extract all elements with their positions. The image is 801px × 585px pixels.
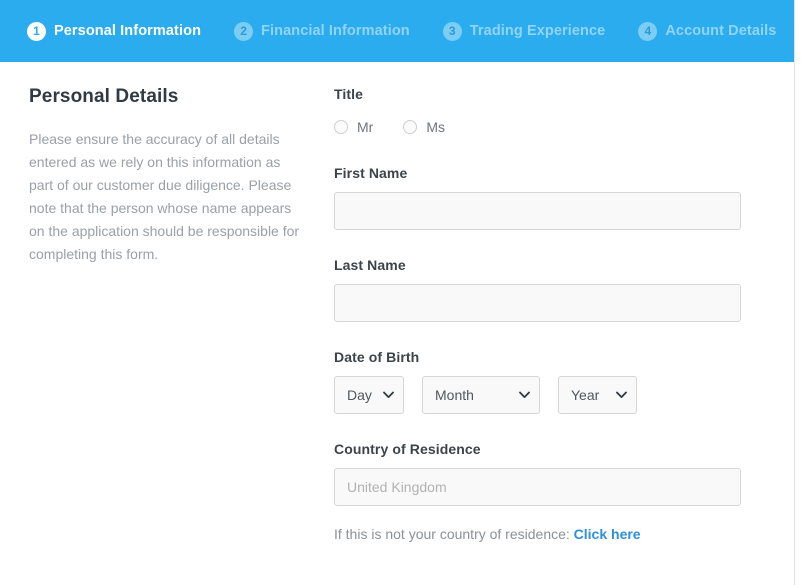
radio-circle-icon[interactable] [403,120,418,134]
last-name-field-group: Last Name [334,257,794,322]
last-name-input[interactable] [334,284,741,322]
progress-stepper: 1 Personal Information 2 Financial Infor… [0,0,794,62]
step-label: Trading Experience [469,23,606,39]
page-content: Personal Details Please ensure the accur… [0,62,794,542]
month-select[interactable]: Month [422,376,540,414]
year-select[interactable]: Year [558,376,637,414]
title-label: Title [334,86,364,102]
page-title: Personal Details [29,86,179,107]
radio-option-ms[interactable]: Ms [403,119,445,135]
step-trading-experience[interactable]: 3 Trading Experience [442,21,606,41]
date-of-birth-label: Date of Birth [334,349,420,365]
year-select-wrapper: Year [558,376,637,414]
radio-option-mr[interactable]: Mr [334,119,373,135]
step-number-badge: 3 [442,21,462,41]
registration-page: 1 Personal Information 2 Financial Infor… [0,0,795,585]
step-financial-information[interactable]: 2 Financial Information [234,21,410,41]
date-of-birth-field-group: Date of Birth Day Month Year [334,349,794,414]
radio-label: Mr [357,119,374,135]
radio-circle-icon[interactable] [334,120,348,134]
step-label: Personal Information [54,23,202,39]
first-name-label: First Name [334,165,408,181]
first-name-field-group: First Name [334,165,794,230]
step-number-badge: 2 [234,21,254,41]
title-radio-group: Mr Ms [334,119,794,135]
day-select[interactable]: Day [334,376,404,414]
step-account-details[interactable]: 4 Account Details [638,21,777,41]
info-panel: Personal Details Please ensure the accur… [0,86,330,542]
change-country-link[interactable]: Click here [574,526,641,542]
country-helper-row: If this is not your country of residence… [334,526,794,542]
step-personal-information[interactable]: 1 Personal Information [27,21,202,41]
month-select-wrapper: Month [422,376,540,414]
country-field-group: Country of Residence If this is not your… [334,441,794,542]
date-of-birth-controls: Day Month Year [334,376,794,414]
country-input[interactable] [334,468,741,506]
step-label: Financial Information [261,23,410,39]
last-name-label: Last Name [334,257,406,273]
first-name-input[interactable] [334,192,741,230]
radio-label: Ms [426,119,445,135]
step-number-badge: 4 [638,21,658,41]
country-label: Country of Residence [334,441,481,457]
country-helper-text: If this is not your country of residence… [334,526,574,542]
step-number-badge: 1 [27,21,46,41]
personal-details-form: Title Mr Ms First Name Last Name Date of… [330,86,794,542]
step-label: Account Details [665,23,777,39]
day-select-wrapper: Day [334,376,404,414]
panel-description: Please ensure the accuracy of all detail… [29,131,300,262]
title-field-group: Title Mr Ms [334,86,794,135]
